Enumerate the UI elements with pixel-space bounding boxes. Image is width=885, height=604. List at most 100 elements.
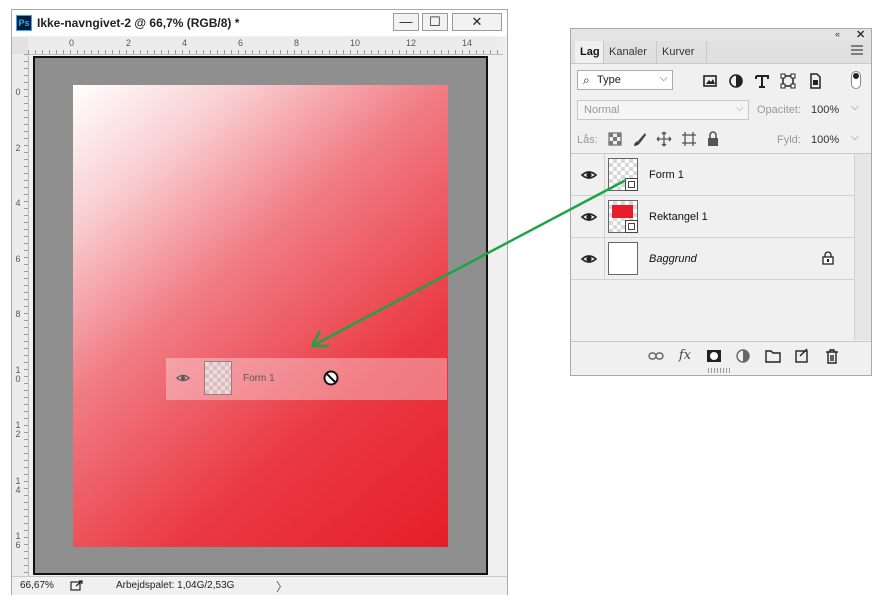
lock-all-icon[interactable] (705, 131, 721, 147)
not-allowed-icon (323, 370, 339, 386)
pasteboard[interactable]: Form 1 (33, 56, 488, 575)
chevron-down-icon[interactable]: ⌵ (851, 132, 859, 143)
layer-filter-row: ⌕ Type ⌵ (571, 65, 871, 95)
layer-row-rektangel-1[interactable]: Rektangel 1 (571, 196, 854, 238)
fill-field[interactable]: 100% (811, 134, 839, 146)
fill-label: Fyld: (777, 134, 801, 146)
ruler-label: 6 (238, 38, 244, 48)
layer-row-form-1[interactable]: Form 1 (571, 154, 854, 196)
lock-icon (822, 251, 834, 265)
dragged-layer-ghost: Form 1 (166, 358, 447, 400)
adjustment-filter-icon[interactable] (728, 73, 744, 89)
document-canvas[interactable]: Form 1 (73, 85, 448, 547)
blend-mode-value: Normal (584, 104, 620, 116)
type-filter-icon[interactable] (754, 73, 770, 89)
layer-thumbnail[interactable] (608, 242, 638, 275)
divider (604, 196, 605, 237)
ruler-label: 8 (294, 38, 300, 48)
smart-object-filter-icon[interactable] (807, 73, 823, 89)
blend-row: Normal ⌵ Opacitet: 100% ⌵ (571, 97, 871, 123)
layer-list: Form 1 Rektangel 1 Baggrund (571, 154, 854, 340)
lock-pixels-icon[interactable] (632, 131, 648, 147)
eye-icon[interactable] (581, 210, 597, 224)
divider (604, 238, 605, 279)
status-bar: 66,67% Arbejdspalet: 1,04G/2,53G 〉 (12, 576, 507, 595)
ruler-label: 2 (126, 38, 132, 48)
lock-row: Lås: Fyld: 100% ⌵ (571, 125, 871, 154)
ruler-label: 2 (15, 143, 21, 153)
ruler-label: 12 (406, 38, 417, 48)
fx-icon[interactable]: fx (677, 348, 693, 364)
link-layers-icon[interactable] (648, 348, 664, 364)
opacity-field[interactable]: 100% (811, 104, 839, 116)
layer-list-scrollbar[interactable] (854, 154, 871, 340)
chevron-down-icon[interactable]: ⌵ (851, 102, 859, 113)
chevron-down-icon: ⌵ (736, 103, 744, 114)
image-filter-icon[interactable] (702, 73, 718, 89)
document-window: Ps Ikke-navngivet-2 @ 66,7% (RGB/8) * — … (11, 9, 508, 595)
lock-artboard-icon[interactable] (681, 131, 697, 147)
layer-name[interactable]: Rektangel 1 (649, 211, 708, 223)
ruler-label: 4 (15, 198, 21, 208)
ruler-label: 16 (15, 531, 21, 550)
panel-close-icon[interactable]: ✕ (856, 28, 865, 41)
shape-filter-icon[interactable] (780, 73, 796, 89)
panel-tabs: Lag Kanaler Kurver (571, 41, 871, 64)
photoshop-logo: Ps (16, 15, 32, 31)
shape-layer-icon (625, 220, 638, 233)
zoom-level[interactable]: 66,67% (20, 580, 54, 591)
lock-label: Lås: (577, 134, 598, 146)
maximize-button[interactable]: ☐ (422, 13, 448, 31)
panel-resize-grip[interactable] (708, 368, 730, 373)
layer-name[interactable]: Form 1 (649, 169, 684, 181)
red-rectangle-preview (612, 205, 633, 218)
ruler-label: 10 (15, 365, 21, 384)
search-icon: ⌕ (583, 73, 590, 87)
eye-icon[interactable] (581, 168, 597, 182)
ruler-label: 0 (69, 38, 75, 48)
lock-position-icon[interactable] (656, 131, 672, 147)
minimize-button[interactable]: — (393, 13, 419, 31)
layer-row-baggrund[interactable]: Baggrund (571, 238, 854, 280)
horizontal-ruler[interactable]: 0 2 4 6 8 10 12 14 (28, 37, 503, 55)
panel-bottom-bar: fx (571, 341, 871, 368)
close-button[interactable]: ✕ (452, 13, 502, 31)
tab-kurver[interactable]: Kurver (657, 41, 707, 63)
opacity-label: Opacitet: (757, 104, 802, 116)
tab-lag[interactable]: Lag (575, 41, 604, 63)
blend-mode-select[interactable]: Normal ⌵ (577, 100, 749, 120)
panel-header[interactable]: « ✕ (571, 29, 871, 41)
layer-name[interactable]: Baggrund (649, 253, 697, 265)
layers-panel: « ✕ Lag Kanaler Kurver ⌕ Type ⌵ Normal ⌵… (570, 28, 872, 376)
document-titlebar[interactable]: Ps Ikke-navngivet-2 @ 66,7% (RGB/8) * — … (12, 10, 507, 36)
ruler-corner[interactable] (12, 37, 29, 55)
layer-thumbnail[interactable] (608, 200, 638, 233)
divider (604, 154, 605, 195)
layer-thumbnail[interactable] (608, 158, 638, 191)
filter-toggle[interactable] (851, 71, 861, 89)
eye-icon[interactable] (581, 252, 597, 266)
lock-transparency-icon[interactable] (607, 131, 623, 147)
vertical-ruler[interactable]: 0 2 4 6 8 10 12 14 16 (12, 54, 29, 576)
eye-icon (176, 374, 190, 382)
new-layer-icon[interactable] (794, 348, 810, 364)
scratch-memory-info: Arbejdspalet: 1,04G/2,53G (116, 580, 235, 591)
status-menu-arrow[interactable]: 〉 (276, 578, 288, 595)
ruler-label: 10 (350, 38, 361, 48)
ruler-label: 14 (15, 476, 21, 495)
filter-kind-select[interactable]: ⌕ Type ⌵ (577, 70, 673, 90)
tab-kanaler[interactable]: Kanaler (604, 41, 657, 63)
ruler-label: 0 (15, 87, 21, 97)
ruler-label: 12 (15, 420, 21, 439)
document-title: Ikke-navngivet-2 @ 66,7% (RGB/8) * (37, 16, 240, 30)
panel-menu-icon[interactable] (851, 45, 863, 55)
shape-layer-icon (625, 178, 638, 191)
collapse-icon[interactable]: « (835, 29, 840, 39)
mask-icon[interactable] (706, 348, 722, 364)
ruler-label: 14 (462, 38, 473, 48)
adjustment-icon[interactable] (735, 348, 751, 364)
export-icon[interactable] (70, 579, 84, 591)
group-folder-icon[interactable] (765, 348, 781, 364)
ghost-layer-thumbnail (204, 361, 232, 395)
trash-icon[interactable] (824, 348, 840, 364)
